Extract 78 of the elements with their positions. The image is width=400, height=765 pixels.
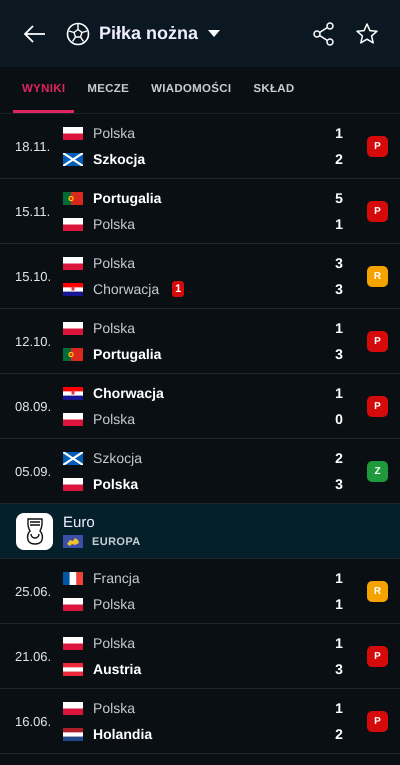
- team-score: 5: [334, 190, 344, 206]
- result-badge: P: [367, 136, 388, 156]
- team-score: 3: [334, 346, 344, 362]
- result-badge: P: [367, 200, 388, 222]
- match-row[interactable]: 16.06. Polska 1 Holandia 2 P: [0, 689, 400, 754]
- team-score: 3: [334, 255, 344, 271]
- team-name: Polska: [93, 320, 136, 336]
- match-date: 21.06.: [15, 648, 52, 664]
- team-name: Francja: [93, 570, 140, 586]
- team-name: Chorwacja: [93, 385, 164, 401]
- back-icon[interactable]: [23, 24, 47, 44]
- team-name: Portugalia: [93, 190, 162, 206]
- team-score: 2: [334, 726, 344, 742]
- team-score: 1: [334, 385, 344, 401]
- match-date: 16.06.: [15, 714, 52, 728]
- tab[interactable]: WIADOMOŚCI: [142, 67, 240, 113]
- soccer-ball-icon: [66, 22, 90, 46]
- result-badge: P: [367, 710, 388, 732]
- team-score: 1: [334, 320, 344, 336]
- team-score: 3: [334, 476, 344, 492]
- team-name: Szkocja: [93, 151, 146, 167]
- match-row[interactable]: 15.10. Polska 3 Chorwacja 1 3 R: [0, 244, 400, 309]
- team-name: Polska: [93, 255, 136, 271]
- team-name: Szkocja: [93, 450, 142, 466]
- sport-title[interactable]: Piłka nożna: [99, 23, 198, 44]
- team-score: 1: [334, 635, 344, 651]
- result-badge: P: [367, 646, 388, 666]
- share-icon[interactable]: [313, 22, 335, 46]
- team-name: Polska: [93, 216, 136, 232]
- team-score: 1: [334, 125, 344, 141]
- competition-name: Euro: [63, 514, 96, 531]
- match-row[interactable]: 25.06. Francja 1 Polska 1 R: [0, 559, 400, 624]
- team-score: 2: [334, 151, 344, 167]
- team-score: 3: [334, 661, 344, 677]
- result-badge: Z: [367, 460, 388, 482]
- team-name: Polska: [93, 411, 136, 427]
- team-score: 1: [334, 700, 344, 716]
- result-badge: R: [367, 580, 388, 602]
- trophy-icon: [16, 512, 53, 550]
- team-name: Holandia: [93, 726, 152, 742]
- team-name: Chorwacja: [93, 281, 160, 297]
- team-score: 0: [334, 411, 344, 427]
- match-row[interactable]: 08.09. Chorwacja 1 Polska 0 P: [0, 374, 400, 439]
- match-date: 05.09.: [15, 464, 52, 478]
- match-row[interactable]: 12.10. Polska 1 Portugalia 3 P: [0, 309, 400, 374]
- match-row[interactable]: 18.11. Polska 1 Szkocja 2 P: [0, 114, 400, 179]
- competition-header[interactable]: Euro EUROPA: [0, 504, 400, 559]
- match-row[interactable]: 15.11. Portugalia 5 Polska 1 P: [0, 179, 400, 244]
- match-date: 18.11.: [15, 138, 52, 154]
- result-badge: P: [367, 330, 388, 352]
- tab[interactable]: SKŁAD: [244, 67, 304, 113]
- team-name: Austria: [93, 661, 142, 677]
- team-name: Polska: [93, 125, 136, 141]
- match-date: 08.09.: [15, 398, 52, 414]
- team-score: 1: [334, 596, 344, 612]
- competition-region: EUROPA: [92, 536, 141, 548]
- result-badge: R: [367, 266, 388, 286]
- team-score: 2: [334, 450, 344, 466]
- team-name: Portugalia: [93, 346, 162, 362]
- team-name: Polska: [93, 476, 138, 492]
- tab[interactable]: WYNIKI: [13, 67, 74, 113]
- team-name: Polska: [93, 635, 136, 651]
- team-name: Polska: [93, 596, 136, 612]
- europe-map-flag-icon: [63, 535, 83, 548]
- team-name: Polska: [93, 700, 136, 716]
- team-score: 3: [334, 281, 344, 297]
- tab[interactable]: MECZE: [78, 67, 138, 113]
- match-date: 12.10.: [15, 334, 52, 348]
- match-row[interactable]: 21.06. Polska 1 Austria 3 P: [0, 624, 400, 689]
- star-icon[interactable]: [355, 22, 379, 46]
- match-date: 25.06.: [15, 584, 52, 598]
- team-score: 1: [334, 570, 344, 586]
- dropdown-caret-icon[interactable]: [208, 30, 220, 37]
- team-score: 1: [334, 216, 344, 232]
- match-date: 15.10.: [15, 268, 52, 284]
- match-date: 15.11.: [15, 204, 52, 218]
- result-badge: P: [367, 396, 388, 416]
- sending-off-count: 1: [172, 281, 184, 297]
